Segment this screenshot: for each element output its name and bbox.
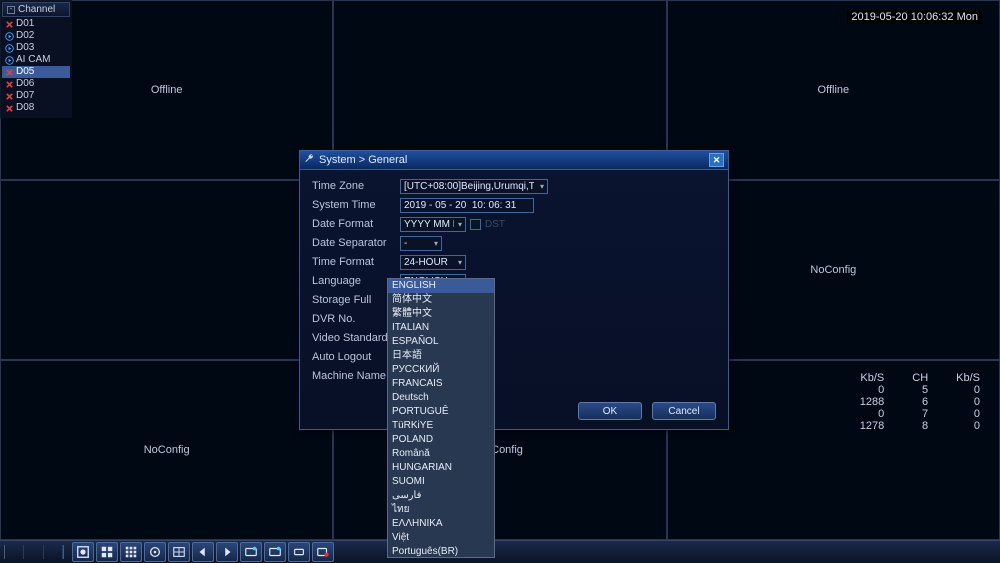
label-systemtime: System Time bbox=[312, 199, 400, 211]
cell-status: Offline bbox=[151, 84, 183, 96]
dst-checkbox[interactable] bbox=[470, 219, 481, 230]
channel-item[interactable]: D07 bbox=[2, 90, 70, 102]
language-option[interactable]: POLAND bbox=[388, 433, 494, 447]
x-icon bbox=[5, 104, 14, 113]
screen-b-button[interactable] bbox=[264, 542, 286, 562]
channel-label: D08 bbox=[16, 102, 34, 114]
play-icon bbox=[5, 32, 14, 41]
layout-9-button[interactable] bbox=[120, 542, 142, 562]
label-dateformat: Date Format bbox=[312, 218, 400, 230]
minus-icon: - bbox=[7, 6, 15, 14]
bottom-toolbar bbox=[0, 540, 1000, 563]
screen-a-button[interactable] bbox=[240, 542, 262, 562]
language-option[interactable]: ΕΛΛΗΝΙΚΑ bbox=[388, 517, 494, 531]
language-option[interactable]: ENGLISH bbox=[388, 279, 494, 293]
language-option[interactable]: РУССКИЙ bbox=[388, 363, 494, 377]
language-option[interactable]: فارسی bbox=[388, 489, 494, 503]
x-icon bbox=[5, 20, 14, 29]
cell-status: NoConfig bbox=[810, 264, 856, 276]
ok-button[interactable]: OK bbox=[578, 402, 642, 420]
channel-item[interactable]: D08 bbox=[2, 102, 70, 114]
channel-item[interactable]: D06 bbox=[2, 78, 70, 90]
bitrate-stats: Kb/S CH Kb/S 050128860070127880 bbox=[846, 372, 994, 432]
next-button[interactable] bbox=[216, 542, 238, 562]
layout-4-button[interactable] bbox=[96, 542, 118, 562]
channel-label: AI CAM bbox=[16, 54, 50, 66]
language-dropdown-list: ENGLISH简体中文繁體中文ITALIANESPAÑOL日本語РУССКИЙF… bbox=[387, 278, 495, 558]
datesep-select[interactable]: -▾ bbox=[400, 236, 442, 251]
language-option[interactable]: Deutsch bbox=[388, 391, 494, 405]
channel-item[interactable]: AI CAM bbox=[2, 54, 70, 66]
x-icon bbox=[5, 92, 14, 101]
layout-alt-button[interactable] bbox=[144, 542, 166, 562]
toolbar-spacer bbox=[4, 545, 64, 559]
play-icon bbox=[5, 56, 14, 65]
channel-label: D05 bbox=[16, 66, 34, 78]
channel-tree: - Channel D01D02D03AI CAMD05D06D07D08 bbox=[0, 0, 72, 118]
timezone-select[interactable]: [UTC+08:00]Beijing,Urumqi,Ta▾ bbox=[400, 179, 548, 194]
x-icon bbox=[5, 80, 14, 89]
channel-label: D03 bbox=[16, 42, 34, 54]
channel-label: D06 bbox=[16, 78, 34, 90]
layout-grid-button[interactable] bbox=[168, 542, 190, 562]
timeformat-select[interactable]: 24-HOUR▾ bbox=[400, 255, 466, 270]
channel-item[interactable]: D05 bbox=[2, 66, 70, 78]
language-option[interactable]: SUOMI bbox=[388, 475, 494, 489]
wrench-icon bbox=[304, 153, 315, 167]
dialog-titlebar[interactable]: System > General ✕ bbox=[300, 151, 728, 170]
channel-label: D01 bbox=[16, 18, 34, 30]
systemtime-input[interactable] bbox=[400, 198, 534, 213]
prev-button[interactable] bbox=[192, 542, 214, 562]
dialog-title-text: System > General bbox=[319, 154, 407, 166]
language-option[interactable]: Português(BR) bbox=[388, 545, 494, 558]
language-option[interactable]: HUNGARIAN bbox=[388, 461, 494, 475]
label-dst: DST bbox=[485, 219, 505, 230]
x-icon bbox=[5, 68, 14, 77]
cell-status: Offline bbox=[818, 84, 850, 96]
datetime-display: 2019-05-20 10:06:32 Mon bbox=[847, 10, 982, 24]
channel-label: D07 bbox=[16, 90, 34, 102]
grid-cell[interactable]: NoConfig bbox=[0, 360, 333, 540]
cell-status: NoConfig bbox=[144, 444, 190, 456]
channel-tree-header[interactable]: - Channel bbox=[2, 2, 70, 17]
channel-item[interactable]: D01 bbox=[2, 18, 70, 30]
language-option[interactable]: 繁體中文 bbox=[388, 307, 494, 321]
close-button[interactable]: ✕ bbox=[709, 153, 724, 167]
system-general-dialog: System > General ✕ Time Zone [UTC+08:00]… bbox=[299, 150, 729, 430]
language-option[interactable]: ITALIAN bbox=[388, 321, 494, 335]
language-option[interactable]: FRANCAIS bbox=[388, 377, 494, 391]
language-option[interactable]: PORTUGUÊ bbox=[388, 405, 494, 419]
grid-cell[interactable] bbox=[0, 180, 333, 360]
language-option[interactable]: ไทย bbox=[388, 503, 494, 517]
language-option[interactable]: Română bbox=[388, 447, 494, 461]
language-option[interactable]: 日本語 bbox=[388, 349, 494, 363]
language-option[interactable]: 简体中文 bbox=[388, 293, 494, 307]
cancel-button[interactable]: Cancel bbox=[652, 402, 716, 420]
language-option[interactable]: TüRKiYE bbox=[388, 419, 494, 433]
layout-1-button[interactable] bbox=[72, 542, 94, 562]
dateformat-select[interactable]: YYYY MM D▾ bbox=[400, 217, 466, 232]
label-timeformat: Time Format bbox=[312, 256, 400, 268]
label-timezone: Time Zone bbox=[312, 180, 400, 192]
label-datesep: Date Separator bbox=[312, 237, 400, 249]
play-icon bbox=[5, 44, 14, 53]
language-option[interactable]: ESPAÑOL bbox=[388, 335, 494, 349]
channel-label: D02 bbox=[16, 30, 34, 42]
channel-item[interactable]: D02 bbox=[2, 30, 70, 42]
usb-button[interactable] bbox=[288, 542, 310, 562]
record-button[interactable] bbox=[312, 542, 334, 562]
language-option[interactable]: Việt bbox=[388, 531, 494, 545]
channel-item[interactable]: D03 bbox=[2, 42, 70, 54]
